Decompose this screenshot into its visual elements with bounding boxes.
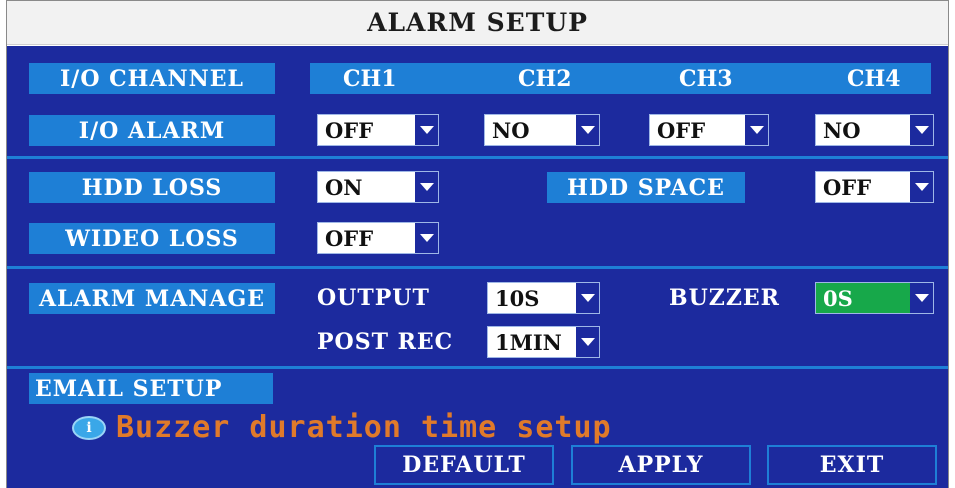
default-button[interactable]: DEFAULT: [374, 445, 554, 485]
io-channel-label: I/O CHANNEL: [29, 63, 275, 94]
io-alarm-ch3-value: OFF: [657, 117, 706, 143]
info-bubble-icon: i: [72, 415, 106, 440]
hint-row: i Buzzer duration time setup: [72, 410, 612, 445]
io-alarm-ch1-select[interactable]: OFF: [317, 114, 439, 146]
apply-button[interactable]: APPLY: [571, 445, 751, 485]
io-alarm-label: I/O ALARM: [29, 115, 275, 146]
output-label: OUTPUT: [317, 285, 430, 311]
chevron-down-icon[interactable]: [910, 172, 933, 202]
hdd-space-label: HDD SPACE: [547, 172, 745, 203]
chevron-down-icon[interactable]: [415, 223, 438, 253]
hdd-loss-select[interactable]: ON: [317, 171, 439, 203]
hdd-loss-value: ON: [325, 174, 363, 200]
io-alarm-ch2-select[interactable]: NO: [484, 114, 600, 146]
video-loss-select[interactable]: OFF: [317, 222, 439, 254]
chevron-down-icon[interactable]: [576, 327, 599, 357]
hdd-space-select[interactable]: OFF: [815, 171, 934, 203]
post-rec-label: POST REC: [317, 329, 454, 355]
chevron-down-icon[interactable]: [576, 115, 599, 145]
channel-header-ch3: CH3: [679, 65, 733, 92]
channel-header-bar: [310, 63, 931, 94]
email-setup-button[interactable]: EMAIL SETUP: [29, 373, 273, 404]
video-loss-value: OFF: [325, 225, 374, 251]
output-duration-value: 10S: [495, 285, 540, 311]
buzzer-label: BUZZER: [669, 285, 780, 311]
alarm-setup-window: ALARM SETUP I/O CHANNEL CH1 CH2 CH3 CH4 …: [6, 0, 949, 488]
hdd-loss-label: HDD LOSS: [29, 172, 275, 203]
buzzer-duration-select[interactable]: 0S: [815, 282, 934, 314]
section-divider: [7, 156, 948, 159]
chevron-down-icon[interactable]: [576, 283, 599, 313]
channel-header-ch1: CH1: [343, 65, 397, 92]
chevron-down-icon[interactable]: [910, 115, 933, 145]
chevron-down-icon[interactable]: [745, 115, 768, 145]
io-alarm-ch1-value: OFF: [325, 117, 374, 143]
hint-text: Buzzer duration time setup: [116, 410, 612, 445]
title-bar: ALARM SETUP: [7, 1, 948, 45]
io-alarm-ch4-value: NO: [823, 117, 861, 143]
channel-header-ch4: CH4: [847, 65, 901, 92]
hdd-space-value: OFF: [823, 174, 872, 200]
video-loss-label: WIDEO LOSS: [29, 223, 275, 254]
channel-header-ch2: CH2: [518, 65, 572, 92]
chevron-down-icon[interactable]: [910, 283, 933, 313]
buzzer-duration-value: 0S: [823, 285, 853, 311]
chevron-down-icon[interactable]: [415, 172, 438, 202]
output-duration-select[interactable]: 10S: [487, 282, 600, 314]
post-rec-value: 1MIN: [495, 329, 562, 355]
post-rec-select[interactable]: 1MIN: [487, 326, 600, 358]
chevron-down-icon[interactable]: [415, 115, 438, 145]
io-alarm-ch4-select[interactable]: NO: [815, 114, 934, 146]
alarm-setup-panel: I/O CHANNEL CH1 CH2 CH3 CH4 I/O ALARM OF…: [7, 46, 948, 488]
section-divider: [7, 366, 948, 369]
exit-button[interactable]: EXIT: [767, 445, 937, 485]
io-alarm-ch3-select[interactable]: OFF: [649, 114, 769, 146]
alarm-manage-label: ALARM MANAGE: [29, 283, 275, 314]
section-divider: [7, 266, 948, 269]
window-title: ALARM SETUP: [367, 8, 588, 37]
io-alarm-ch2-value: NO: [492, 117, 530, 143]
